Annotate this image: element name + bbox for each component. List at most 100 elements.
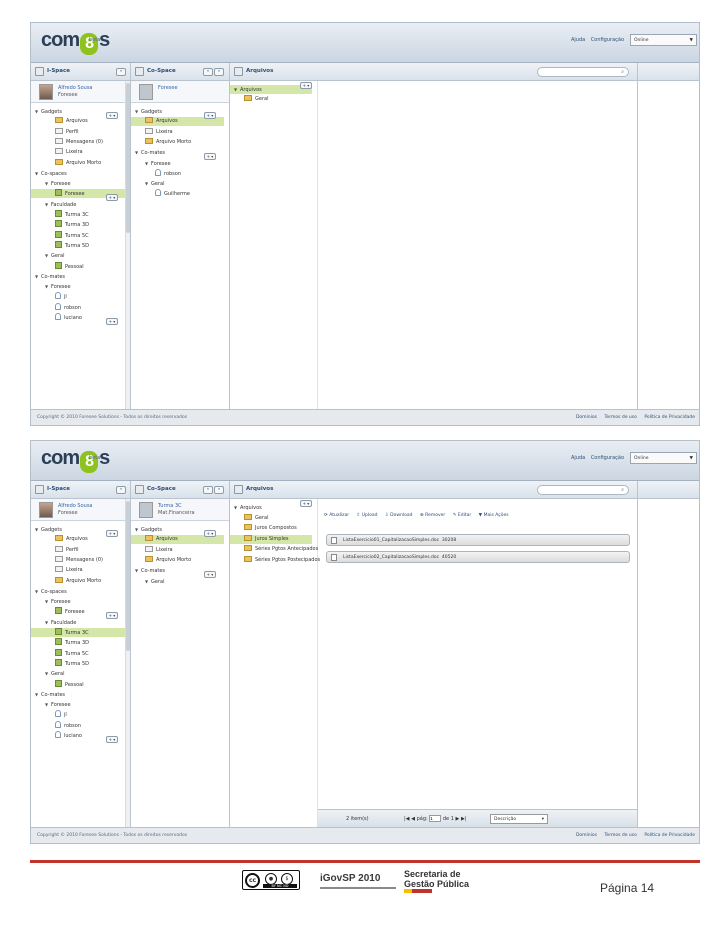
help-link[interactable]: Ajuda — [571, 37, 585, 43]
collapse-button[interactable]: » — [116, 68, 126, 76]
tree-item[interactable]: Mensagens (0) — [31, 137, 125, 147]
tree-item[interactable]: Turma 5C — [31, 648, 125, 658]
tree-item[interactable]: Turma 3C — [31, 210, 125, 219]
scrollbar[interactable] — [125, 499, 130, 827]
tree-item[interactable]: robson — [31, 720, 125, 730]
add-comate-button[interactable]: + ▾ — [204, 153, 216, 160]
add-comate-button[interactable]: + ▾ — [106, 318, 118, 325]
tree-item[interactable]: Geral — [230, 95, 312, 104]
user-card[interactable]: Alfredo Sousa Foresee — [31, 81, 130, 103]
edit-button[interactable]: ✎ Editar — [453, 513, 472, 518]
tree-item[interactable]: ▼ Faculdade — [31, 200, 125, 209]
tree-item[interactable]: ▼ Faculdade — [31, 618, 125, 627]
upload-button[interactable]: ⇧ Upload — [356, 513, 377, 518]
add-folder-button[interactable]: + ▾ — [300, 82, 312, 89]
tree-item[interactable]: Arquivo Morto — [31, 158, 125, 168]
status-select[interactable]: Online ▼ — [630, 34, 697, 46]
tree-item[interactable]: ▼ Co-spaces — [31, 169, 125, 178]
domains-link[interactable]: Domínios — [576, 833, 597, 838]
terms-link[interactable]: Termos de uso — [604, 833, 636, 838]
tree-item[interactable]: Geral — [230, 513, 312, 523]
tree-item[interactable]: ▼ Foresee — [31, 179, 125, 188]
config-link[interactable]: Configuração — [591, 37, 624, 43]
terms-link[interactable]: Termos de uso — [604, 415, 636, 420]
tree-item[interactable]: robson — [131, 168, 224, 178]
tree-item[interactable]: ▼ Geral — [31, 251, 125, 260]
tree-item[interactable]: ▼ Foresee — [31, 282, 125, 291]
more-actions-button[interactable]: ▼ Mais Ações — [479, 513, 509, 518]
add-cospace-button[interactable]: + ▾ — [106, 194, 118, 201]
status-select[interactable]: Online ▼ — [630, 452, 697, 464]
cospace-card[interactable]: Turma 3C Mat.Financeira — [131, 499, 229, 521]
tree-item[interactable]: ▼ Geral — [131, 179, 224, 188]
tree-item[interactable]: Perfil — [31, 545, 125, 555]
refresh-button[interactable]: ⟳ Atualizar — [324, 513, 349, 518]
tree-item[interactable]: Perfil — [31, 127, 125, 137]
config-link[interactable]: Configuração — [591, 455, 624, 461]
next-page-button[interactable]: ▶ — [456, 816, 460, 822]
add-gadget-button[interactable]: + ▾ — [106, 112, 118, 119]
file-row[interactable]: ListaExercicio02_CapitalizacaoSimples.do… — [326, 551, 630, 563]
add-cospace-button[interactable]: + ▾ — [106, 612, 118, 619]
add-gadget-button[interactable]: + ▾ — [204, 530, 216, 537]
scroll-thumb[interactable] — [126, 501, 130, 651]
search-input[interactable]: ⌕ — [537, 485, 629, 495]
privacy-link[interactable]: Política de Privacidade — [644, 415, 695, 420]
add-gadget-button[interactable]: + ▾ — [204, 112, 216, 119]
scroll-thumb[interactable] — [126, 83, 130, 233]
tree-item[interactable]: Guilherme — [131, 189, 224, 198]
user-card[interactable]: Alfredo Sousa Foresee — [31, 499, 130, 521]
tree-item[interactable]: Arquivo Morto — [131, 137, 224, 147]
tree-item[interactable]: Lixeira — [31, 148, 125, 157]
add-folder-button[interactable]: + ▾ — [300, 500, 312, 507]
search-input[interactable]: ⌕ — [537, 67, 629, 77]
tree-item[interactable]: Turma 3D — [31, 220, 125, 229]
tree-item[interactable]: jl — [31, 292, 125, 301]
tree-item[interactable]: Arquivo Morto — [31, 576, 125, 586]
tree-item[interactable]: ▼ Foresee — [31, 597, 125, 606]
prev-button[interactable]: « — [203, 68, 213, 76]
tree-item[interactable]: Turma 5D — [31, 240, 125, 250]
tree-item[interactable]: Lixeira — [131, 127, 224, 137]
tree-item[interactable]: ▼ Co-mates — [31, 690, 125, 699]
tree-item[interactable]: ▼ Foresee — [31, 700, 125, 709]
tree-item[interactable]: Pessoal — [31, 261, 125, 271]
tree-item[interactable]: robson — [31, 302, 125, 312]
remove-button[interactable]: ⊗ Remover — [420, 513, 445, 518]
tree-item[interactable]: Turma 3D — [31, 638, 125, 647]
privacy-link[interactable]: Política de Privacidade — [644, 833, 695, 838]
tree-item[interactable]: ▼ Co-mates — [31, 272, 125, 281]
page-input[interactable] — [429, 815, 442, 822]
download-button[interactable]: ⇩ Download — [385, 513, 413, 518]
add-comate-button[interactable]: + ▾ — [106, 736, 118, 743]
prev-button[interactable]: « — [203, 486, 213, 494]
tree-item[interactable]: Juros Compostos — [230, 524, 312, 533]
add-gadget-button[interactable]: + ▾ — [106, 530, 118, 537]
tree-item[interactable]: Mensagens (0) — [31, 555, 125, 565]
next-button[interactable]: » — [214, 68, 224, 76]
collapse-button[interactable]: » — [116, 486, 126, 494]
tree-item[interactable]: Turma 3C — [31, 628, 125, 637]
tree-item[interactable]: Séries Pgtos Postecipados — [230, 555, 320, 565]
last-page-button[interactable]: ▶| — [461, 816, 467, 822]
prev-page-button[interactable]: ◀ — [411, 816, 415, 822]
tree-item[interactable]: Turma 5C — [31, 230, 125, 240]
sort-select[interactable]: Descrição ▾ — [490, 814, 548, 824]
add-comate-button[interactable]: + ▾ — [204, 571, 216, 578]
tree-item[interactable]: Séries Pgtos Antecipados — [230, 545, 318, 554]
tree-item[interactable]: Arquivo Morto — [131, 555, 224, 565]
domains-link[interactable]: Domínios — [576, 415, 597, 420]
tree-item[interactable]: Juros Simples — [230, 534, 312, 544]
tree-item[interactable]: Turma 5D — [31, 658, 125, 668]
tree-item[interactable]: ▼ Co-spaces — [31, 587, 125, 596]
scrollbar[interactable] — [125, 81, 130, 409]
next-button[interactable]: » — [214, 486, 224, 494]
first-page-button[interactable]: |◀ — [404, 816, 410, 822]
tree-item[interactable]: Pessoal — [31, 679, 125, 689]
file-row[interactable]: ListaExercicio01_CapitalizacaoSimples.do… — [326, 534, 630, 546]
tree-item[interactable]: jl — [31, 710, 125, 719]
tree-item[interactable]: Lixeira — [31, 566, 125, 575]
help-link[interactable]: Ajuda — [571, 455, 585, 461]
tree-item[interactable]: Lixeira — [131, 545, 224, 555]
tree-item[interactable]: ▼ Geral — [31, 669, 125, 678]
